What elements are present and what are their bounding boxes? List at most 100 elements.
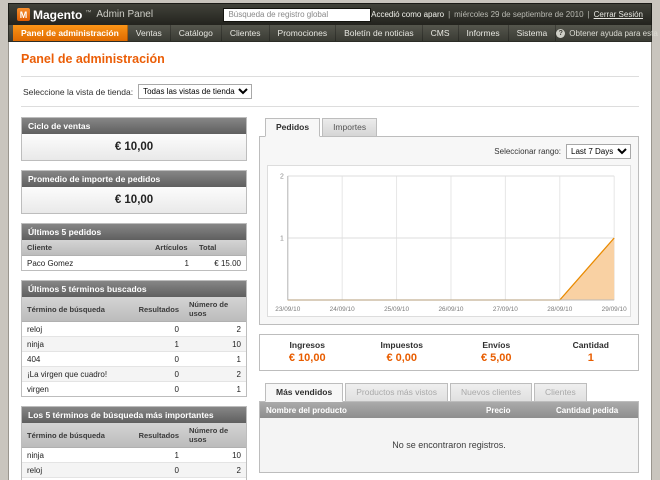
tab-nuevos-clientes[interactable]: Nuevos clientes: [450, 383, 532, 402]
sales-cycle-value: € 10,00: [22, 134, 246, 160]
dashboard-columns: Ciclo de ventas € 10,00 Promedio de impo…: [21, 117, 639, 480]
sales-cycle-widget: Ciclo de ventas € 10,00: [21, 117, 247, 161]
table-row: virgen01: [22, 382, 246, 397]
column-header: Artículos: [150, 240, 194, 256]
nav-items: Panel de administraciónVentasCatálogoCli…: [13, 25, 556, 41]
widget-title: Últimos 5 términos buscados: [22, 281, 246, 297]
table-cell: 10: [184, 448, 246, 463]
range-selector: Seleccionar rango: Last 7 Days: [267, 144, 631, 159]
table-cell: 1: [134, 337, 184, 352]
dashboard-sidebar: Ciclo de ventas € 10,00 Promedio de impo…: [21, 117, 247, 480]
help-icon: ?: [556, 29, 565, 38]
table-row: ninja110: [22, 337, 246, 352]
tab-mas-vendidos[interactable]: Más vendidos: [265, 383, 343, 402]
column-header: Resultados: [134, 297, 184, 322]
stat-value: € 10,00: [260, 352, 355, 364]
logout-link[interactable]: Cerrar Sesión: [594, 10, 643, 19]
tab-importes[interactable]: Importes: [322, 118, 377, 137]
table-cell: 0: [134, 463, 184, 478]
table-cell: 404: [22, 352, 134, 367]
stat-value: € 5,00: [449, 352, 544, 364]
svg-text:23/09/10: 23/09/10: [275, 306, 300, 313]
column-header: Término de búsqueda: [22, 423, 134, 448]
orders-area-chart: 23/09/1024/09/1025/09/1026/09/1027/09/10…: [268, 166, 630, 316]
chart-tabs: PedidosImportes: [259, 118, 639, 137]
stat-cantidad: Cantidad1: [544, 335, 639, 370]
page-title: Panel de administración: [21, 52, 639, 66]
range-select[interactable]: Last 7 Days: [566, 144, 631, 159]
app-header: M Magento ™ Admin Panel Accedió como apa…: [8, 3, 652, 25]
logo-trademark: ™: [85, 10, 91, 16]
column-header: Número de usos: [184, 423, 246, 448]
page-help-link[interactable]: ? Obtener ayuda para esta página: [556, 25, 660, 41]
table-row: ninja110: [22, 448, 246, 463]
table-row: reloj02: [22, 322, 246, 337]
nav-item-promociones[interactable]: Promociones: [270, 25, 337, 41]
separator: |: [448, 10, 450, 19]
table-header-row: Nombre del producto Precio Cantidad pedi…: [260, 402, 638, 418]
nav-item-panel-de-administracion[interactable]: Panel de administración: [13, 25, 128, 41]
avg-order-value: € 10,00: [22, 187, 246, 213]
last-search-terms-table: Término de búsqueda Resultados Número de…: [22, 297, 246, 396]
logged-in-as: Accedió como aparo: [371, 10, 444, 19]
table-cell: 1: [150, 256, 194, 271]
table-cell: 0: [134, 322, 184, 337]
column-header: Total: [194, 240, 246, 256]
column-header: Número de usos: [184, 297, 246, 322]
svg-text:28/09/10: 28/09/10: [547, 306, 572, 313]
table-row: reloj02: [22, 463, 246, 478]
nav-item-clientes[interactable]: Clientes: [222, 25, 270, 41]
logo-text: Magento: [33, 8, 82, 22]
global-search-input[interactable]: [223, 8, 371, 22]
last-orders-widget: Últimos 5 pedidos Cliente Artículos Tota…: [21, 223, 247, 271]
nav-item-boletin-de-noticias[interactable]: Boletín de noticias: [336, 25, 422, 41]
stat-envios: Envíos€ 5,00: [449, 335, 544, 370]
column-header: Resultados: [134, 423, 184, 448]
table-cell: 2: [184, 367, 246, 382]
table-cell: 0: [134, 367, 184, 382]
store-view-switcher: Seleccione la vista de tienda: Todas las…: [21, 76, 639, 107]
tab-productos-mas-vistos[interactable]: Productos más vistos: [345, 383, 448, 402]
table-cell: reloj: [22, 463, 134, 478]
store-view-select[interactable]: Todas las vistas de tienda: [138, 84, 252, 99]
table-cell: Paco Gomez: [22, 256, 150, 271]
nav-item-cms[interactable]: CMS: [423, 25, 459, 41]
product-title: Admin Panel: [96, 9, 153, 20]
products-section: Más vendidosProductos más vistosNuevos c…: [259, 382, 639, 473]
range-label: Seleccionar rango:: [494, 147, 561, 156]
top-search-terms-table: Término de búsqueda Resultados Número de…: [22, 423, 246, 480]
table-cell: 10: [184, 337, 246, 352]
column-header: Cantidad pedida: [550, 402, 638, 418]
totals-row: Ingresos € 10,00Impuestos € 0,00Envíos€ 5,…: [259, 334, 639, 371]
current-date: miércoles 29 de septiembre de 2010: [454, 10, 583, 19]
table-header-row: Cliente Artículos Total: [22, 240, 246, 256]
separator: |: [588, 10, 590, 19]
nav-item-informes[interactable]: Informes: [459, 25, 509, 41]
table-row: No se encontraron registros.: [260, 418, 638, 472]
dashboard-main: PedidosImportes Seleccionar rango: Last …: [259, 117, 639, 473]
nav-item-sistema[interactable]: Sistema: [509, 25, 557, 41]
stat-label: Impuestos: [355, 340, 450, 350]
widget-title: Los 5 términos de búsqueda más important…: [22, 407, 246, 423]
last-orders-table: Cliente Artículos Total Paco Gomez1€ 15.…: [22, 240, 246, 270]
tab-clientes[interactable]: Clientes: [534, 383, 587, 402]
orders-chart-panel: Seleccionar rango: Last 7 Days 23/09/10 2…: [259, 136, 639, 325]
avg-order-widget: Promedio de importe de pedidos € 10,00: [21, 170, 247, 214]
nav-item-ventas[interactable]: Ventas: [128, 25, 171, 41]
magento-logo: M Magento ™ Admin Panel: [17, 8, 223, 22]
table-cell: reloj: [22, 322, 134, 337]
last-search-terms-widget: Últimos 5 términos buscados Término de b…: [21, 280, 247, 397]
table-cell: 1: [184, 382, 246, 397]
nav-item-catalogo[interactable]: Catálogo: [171, 25, 222, 41]
svg-text:2: 2: [280, 173, 284, 180]
svg-text:29/09/10: 29/09/10: [602, 306, 627, 313]
stat-label: Ingresos: [260, 340, 355, 350]
main-nav: Panel de administraciónVentasCatálogoCli…: [8, 25, 652, 42]
column-header: Precio: [480, 402, 550, 418]
tab-pedidos[interactable]: Pedidos: [265, 118, 320, 137]
header-user-area: Accedió como aparo | miércoles 29 de sep…: [371, 10, 643, 19]
stat-value: € 0,00: [355, 352, 450, 364]
svg-text:1: 1: [280, 235, 284, 242]
magento-logo-icon: M: [17, 8, 30, 21]
table-cell: 1: [184, 352, 246, 367]
